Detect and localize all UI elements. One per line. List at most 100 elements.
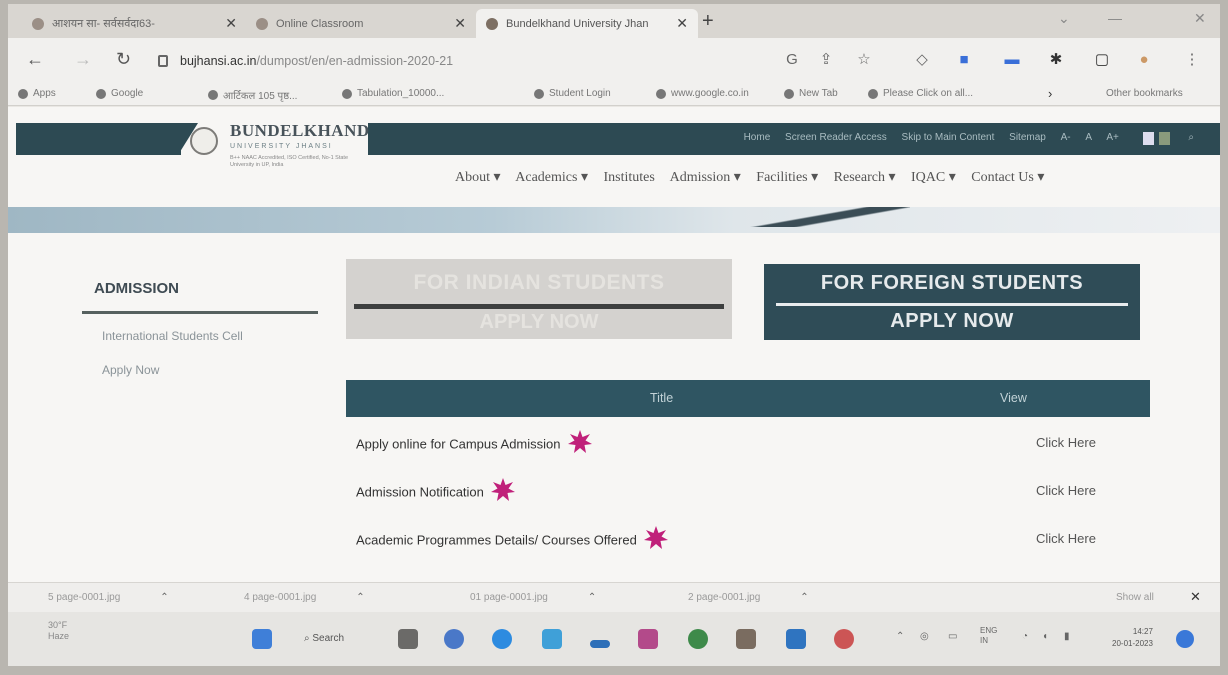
taskbar-app-icon[interactable] [786, 629, 806, 649]
file-explorer-icon[interactable] [398, 629, 418, 649]
download-item[interactable]: 01 page-0001.jpg ⌃ [470, 592, 596, 603]
tab-1[interactable]: आशयन सा- सर्वसर्वदा63- ✕ [22, 9, 247, 38]
indian-button-line1: FOR INDIAN STUDENTS [413, 271, 665, 294]
other-bookmarks[interactable]: Other bookmarks [1106, 88, 1183, 99]
close-tab-icon[interactable]: ✕ [225, 15, 237, 32]
home-link[interactable]: Home [744, 132, 771, 143]
bookmark-google-co-in[interactable]: www.google.co.in [656, 88, 749, 99]
bookmark-star-icon[interactable]: ☆ [856, 52, 872, 68]
click-here-link[interactable]: Click Here [1036, 435, 1096, 450]
store-icon[interactable] [542, 629, 562, 649]
download-item[interactable]: 4 page-0001.jpg ⌃ [244, 592, 365, 603]
click-here-link[interactable]: Click Here [1036, 483, 1096, 498]
foreign-students-apply-button[interactable]: FOR FOREIGN STUDENTS APPLY NOW [764, 264, 1140, 340]
tray-overflow-icon[interactable]: ⌃ [896, 631, 904, 642]
search-icon[interactable]: ⌕ [1188, 132, 1194, 143]
close-window-icon[interactable]: ✕ [1194, 10, 1206, 27]
nav-academics[interactable]: Academics ▾ [515, 170, 588, 185]
nav-iqac[interactable]: IQAC ▾ [911, 170, 956, 185]
extension-icon[interactable]: ▬ [1004, 52, 1020, 68]
close-tab-icon[interactable]: ✕ [454, 15, 466, 32]
close-downloads-icon[interactable]: ✕ [1190, 589, 1201, 605]
minimize-icon[interactable]: — [1108, 10, 1122, 26]
tab-search-icon[interactable]: ⌄ [1058, 10, 1070, 27]
taskbar-app-icon[interactable] [590, 640, 610, 648]
new-badge-icon [567, 430, 592, 453]
tray-app-icon[interactable]: ▭ [948, 631, 957, 642]
close-tab-icon[interactable]: ✕ [676, 15, 688, 32]
bookmark-icon [534, 88, 544, 99]
extensions-puzzle-icon[interactable]: ✱ [1048, 52, 1064, 68]
skip-to-content-link[interactable]: Skip to Main Content [902, 132, 995, 143]
sidebar-link-international-students-cell[interactable]: International Students Cell [102, 329, 243, 343]
bookmark-apps[interactable]: Apps [18, 88, 56, 99]
sidebar-title: ADMISSION [94, 280, 180, 297]
notification-icon[interactable] [1176, 630, 1194, 648]
language-indicator[interactable]: ENG IN [980, 626, 997, 646]
share-icon[interactable]: ⇪ [818, 52, 834, 68]
tab-3-active[interactable]: Bundelkhand University Jhan ✕ [476, 9, 698, 38]
nav-about[interactable]: About ▾ [455, 170, 501, 185]
chevron-up-icon[interactable]: ⌃ [356, 592, 364, 603]
chrome-icon[interactable] [688, 629, 708, 649]
reload-icon[interactable]: ↻ [116, 49, 131, 70]
menu-icon[interactable]: ⋮ [1184, 52, 1200, 68]
download-item[interactable]: 5 page-0001.jpg ⌃ [48, 592, 169, 603]
extension-icon[interactable]: ◇ [914, 52, 930, 68]
downloads-bar: 5 page-0001.jpg ⌃ 4 page-0001.jpg ⌃ 01 pag… [8, 582, 1220, 612]
more-bookmarks-chevron-icon[interactable]: › [1048, 86, 1052, 101]
download-item[interactable]: 2 page-0001.jpg ⌃ [688, 592, 809, 603]
forward-icon[interactable]: → [74, 49, 92, 70]
photos-icon[interactable] [736, 629, 756, 649]
bookmark-tabulation[interactable]: Tabulation_10000... [342, 88, 444, 99]
sidebar-link-apply-now[interactable]: Apply Now [102, 363, 159, 377]
indian-students-apply-button[interactable]: FOR INDIAN STUDENTS APPLY NOW [346, 259, 732, 339]
browser-toolbar: ← → ↻ bujhansi.ac.in /dumpost/en/en-admi… [8, 38, 1220, 84]
taskbar-app-icon[interactable] [834, 629, 854, 649]
battery-icon[interactable]: ▮ [1064, 631, 1070, 642]
address-bar[interactable]: bujhansi.ac.in /dumpost/en/en-admission-… [158, 46, 778, 76]
back-icon[interactable]: ← [26, 49, 44, 70]
bookmark-google[interactable]: Google [96, 88, 143, 99]
profile-avatar-icon[interactable]: ● [1136, 52, 1152, 68]
dark-theme-button[interactable] [1159, 132, 1170, 145]
volume-icon[interactable]: ◖ [1042, 631, 1048, 642]
wifi-icon[interactable]: ◔ [1022, 631, 1028, 642]
taskbar-search-button[interactable]: ⌕ Search [304, 633, 344, 644]
university-name[interactable]: BUNDELKHAND [230, 121, 370, 141]
tray-app-icon[interactable]: ◎ [920, 631, 929, 642]
edge-browser-icon[interactable] [492, 629, 512, 649]
google-lens-icon[interactable]: G [784, 52, 800, 68]
nav-facilities[interactable]: Facilities ▾ [756, 170, 818, 185]
bookmark-student-login[interactable]: Student Login [534, 88, 611, 99]
font-increase-button[interactable]: A+ [1106, 132, 1119, 143]
new-tab-button[interactable]: + [702, 10, 714, 33]
chevron-up-icon[interactable]: ⌃ [800, 592, 808, 603]
side-panel-icon[interactable]: ▢ [1094, 52, 1110, 68]
screen-reader-link[interactable]: Screen Reader Access [785, 132, 887, 143]
sitemap-link[interactable]: Sitemap [1009, 132, 1046, 143]
light-theme-button[interactable] [1143, 132, 1154, 145]
extension-icon[interactable]: ■ [956, 52, 972, 68]
taskbar-app-icon[interactable] [638, 629, 658, 649]
start-windows-icon[interactable] [252, 629, 272, 649]
chevron-up-icon[interactable]: ⌃ [160, 592, 168, 603]
chevron-up-icon[interactable]: ⌃ [588, 592, 596, 603]
bookmark-please-click[interactable]: Please Click on all... [868, 88, 973, 99]
nav-contact-us[interactable]: Contact Us ▾ [971, 170, 1044, 185]
font-decrease-button[interactable]: A- [1061, 132, 1071, 143]
bookmark-new-tab[interactable]: New Tab [784, 88, 838, 99]
google-icon [96, 88, 106, 99]
university-logo-icon[interactable] [190, 127, 218, 155]
chat-icon[interactable] [444, 629, 464, 649]
nav-research[interactable]: Research ▾ [834, 170, 896, 185]
click-here-link[interactable]: Click Here [1036, 531, 1096, 546]
font-normal-button[interactable]: A [1085, 132, 1091, 143]
tab-2[interactable]: Online Classroom ✕ [246, 9, 476, 38]
system-clock[interactable]: 14:27 20-01-2023 [1112, 626, 1153, 650]
bookmark-article[interactable]: आर्टिकल 105 पृष्ठ... [208, 88, 297, 102]
nav-institutes[interactable]: Institutes [604, 170, 655, 185]
show-all-downloads-link[interactable]: Show all [1116, 592, 1154, 603]
nav-admission[interactable]: Admission ▾ [670, 170, 741, 185]
weather-widget[interactable]: 30°F Haze [48, 620, 69, 642]
